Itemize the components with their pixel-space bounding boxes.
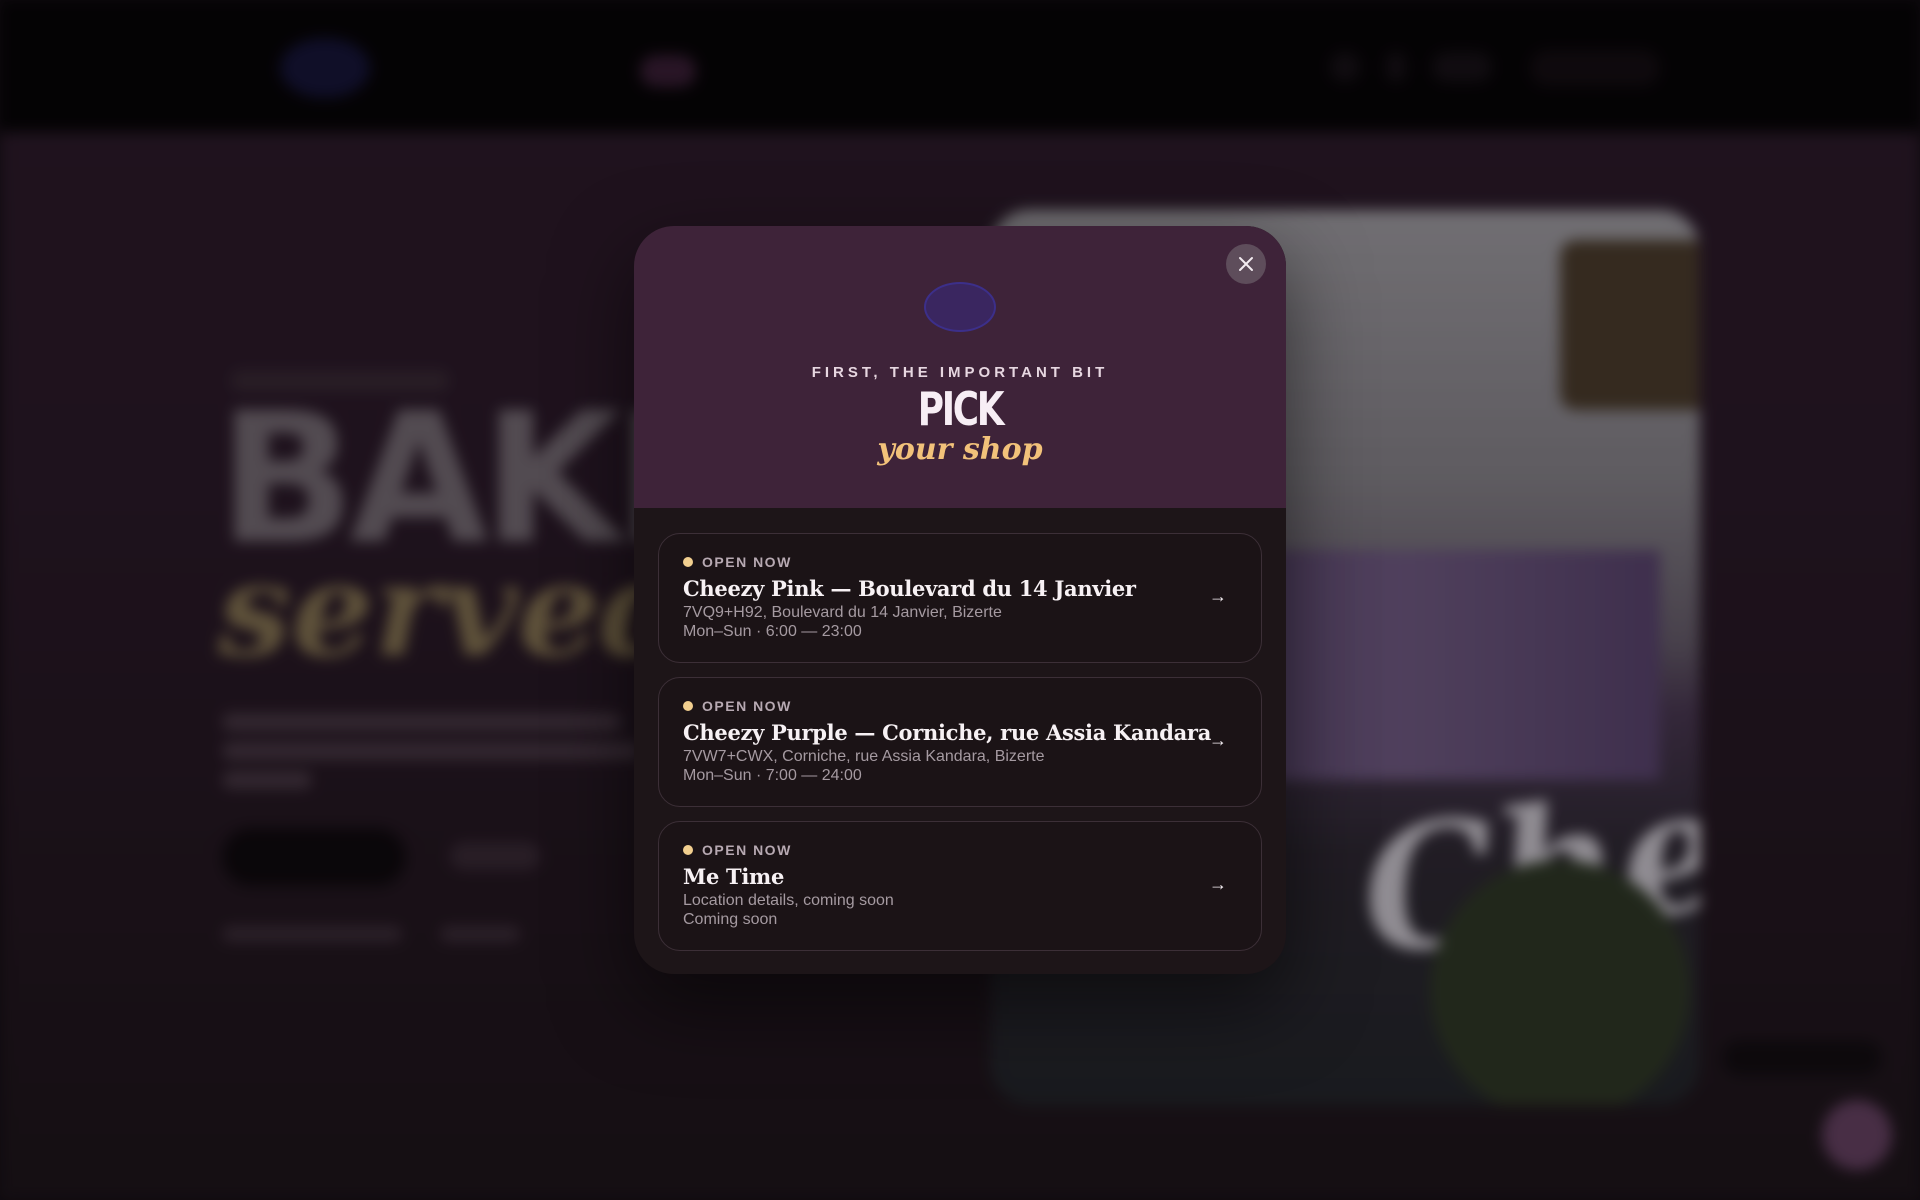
arrow-right-icon: →: [1209, 874, 1227, 894]
shop-status-text: OPEN NOW: [702, 842, 792, 858]
shop-address: Location details, coming soon: [683, 892, 894, 909]
shop-hours: Mon–Sun · 6:00 — 23:00: [683, 623, 862, 640]
status-dot-icon: [683, 845, 693, 855]
modal-header: FIRST, THE IMPORTANT BIT PICK your shop: [634, 226, 1286, 508]
status-dot-icon: [683, 557, 693, 567]
shop-status: OPEN NOW: [683, 698, 792, 714]
shop-picker-modal: FIRST, THE IMPORTANT BIT PICK your shop …: [634, 226, 1286, 974]
shop-address: 7VW7+CWX, Corniche, rue Assia Kandara, B…: [683, 748, 1045, 765]
shop-name: Cheezy Purple — Corniche, rue Assia Kand…: [683, 720, 1212, 745]
shop-card-cheezy-purple[interactable]: OPEN NOW Cheezy Purple — Corniche, rue A…: [658, 677, 1262, 807]
arrow-right-icon: →: [1209, 586, 1227, 606]
close-button[interactable]: [1226, 244, 1266, 284]
shop-status-text: OPEN NOW: [702, 554, 792, 570]
shop-name: Cheezy Pink — Boulevard du 14 Janvier: [683, 576, 1136, 601]
modal-subtitle: your shop: [877, 432, 1043, 467]
shop-name: Me Time: [683, 864, 785, 889]
shop-hours: Coming soon: [683, 911, 778, 928]
status-dot-icon: [683, 701, 693, 711]
shop-status: OPEN NOW: [683, 554, 792, 570]
shop-hours: Mon–Sun · 7:00 — 24:00: [683, 767, 862, 784]
arrow-right-icon: →: [1209, 730, 1227, 750]
modal-kicker: FIRST, THE IMPORTANT BIT: [811, 364, 1109, 381]
modal-title: PICK: [917, 382, 1005, 436]
shop-card-cheezy-pink[interactable]: OPEN NOW Cheezy Pink — Boulevard du 14 J…: [658, 533, 1262, 663]
shop-card-me-time[interactable]: OPEN NOW Me Time Location details, comin…: [658, 821, 1262, 951]
close-icon: [1239, 257, 1253, 271]
shop-status-text: OPEN NOW: [702, 698, 792, 714]
shop-address: 7VQ9+H92, Boulevard du 14 Janvier, Bizer…: [683, 604, 1002, 621]
brand-logo: [924, 282, 996, 332]
shop-status: OPEN NOW: [683, 842, 792, 858]
shop-list: OPEN NOW Cheezy Pink — Boulevard du 14 J…: [658, 533, 1262, 965]
